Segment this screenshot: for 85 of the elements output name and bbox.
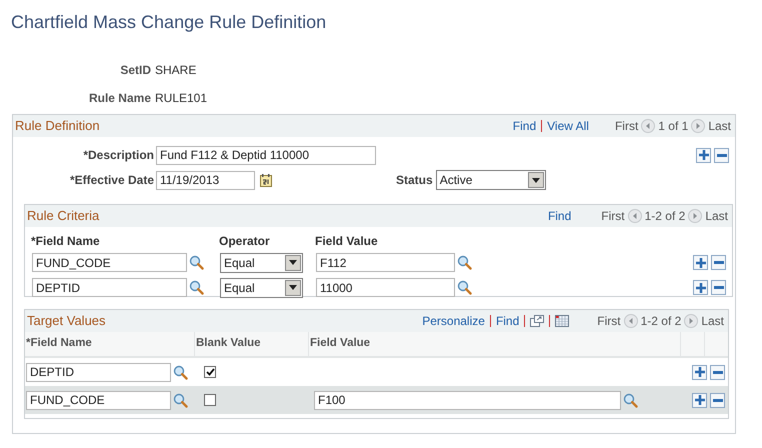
first-label: First — [601, 208, 625, 225]
group-box-title: Rule Criteria — [27, 207, 100, 226]
field-name-input[interactable]: DEPTID — [26, 362, 171, 382]
calendar-icon[interactable] — [260, 174, 272, 186]
grid-link[interactable]: Find — [512, 117, 536, 135]
add-row-button[interactable] — [693, 280, 708, 295]
operator-select[interactable]: Equal — [220, 252, 303, 272]
checkbox[interactable] — [204, 394, 216, 406]
delete-row-button[interactable] — [710, 364, 725, 380]
minus-icon — [712, 398, 722, 402]
check-icon — [206, 368, 214, 376]
group-box-title: Target Values — [27, 312, 106, 330]
search-icon[interactable] — [457, 280, 472, 295]
previous-icon[interactable] — [624, 314, 638, 328]
search-icon[interactable] — [173, 364, 188, 380]
dropdown-caret-icon — [532, 178, 540, 182]
add-row-button[interactable] — [692, 364, 707, 380]
field-value-input[interactable]: 11000 — [316, 278, 455, 297]
field-name-input[interactable]: FUND_CODE — [32, 253, 187, 272]
last-label: Last — [708, 118, 731, 135]
column-header: Field Value — [309, 332, 681, 356]
grid-link[interactable]: Find — [548, 207, 572, 225]
last-label: Last — [701, 313, 724, 330]
field-value: SHARE — [155, 62, 196, 79]
row-count: 1-2 of 2 — [640, 313, 682, 330]
next-icon[interactable] — [691, 119, 706, 133]
search-icon[interactable] — [623, 392, 638, 408]
column-header: *Field Name — [25, 332, 195, 356]
plus-icon — [694, 367, 704, 377]
column-header: Operator — [219, 233, 271, 250]
delete-row-button[interactable] — [711, 280, 726, 295]
field-value-input[interactable]: F100 — [314, 390, 621, 410]
group-box-title: Rule Definition — [15, 117, 100, 136]
operator-select[interactable]: Equal — [220, 278, 303, 298]
grid-link[interactable]: Find — [496, 312, 520, 330]
column-header: Field Value — [315, 233, 379, 250]
spreadsheet-icon[interactable] — [555, 315, 570, 327]
field-label: Status — [396, 172, 434, 189]
add-row-button[interactable] — [696, 148, 711, 162]
search-icon[interactable] — [189, 280, 204, 295]
last-label: Last — [705, 208, 728, 225]
previous-icon[interactable] — [628, 209, 642, 223]
add-row-button[interactable] — [692, 392, 707, 408]
checkbox[interactable] — [204, 366, 216, 378]
field-label: Rule Name — [88, 90, 152, 107]
search-icon[interactable] — [189, 255, 204, 270]
add-row-button[interactable] — [693, 255, 708, 270]
field-value-input[interactable]: F112 — [316, 253, 455, 272]
next-icon[interactable] — [684, 314, 698, 328]
field-value: RULE101 — [155, 90, 208, 107]
previous-icon[interactable] — [641, 119, 656, 133]
field-label: SetID — [119, 62, 152, 79]
first-label: First — [597, 313, 621, 330]
minus-icon — [712, 370, 722, 374]
field-name-input[interactable]: DEPTID — [32, 278, 187, 297]
plus-icon — [694, 395, 704, 405]
field-label: *Description — [82, 147, 155, 164]
delete-row-button[interactable] — [710, 392, 725, 408]
search-icon[interactable] — [457, 255, 472, 270]
description-field[interactable]: Fund F112 & Deptid 110000 — [156, 146, 376, 164]
minus-icon — [716, 154, 726, 156]
delete-row-button[interactable] — [711, 255, 726, 270]
new-window-icon[interactable] — [530, 315, 544, 327]
status-select[interactable]: Active — [436, 170, 546, 190]
first-label: First — [614, 118, 638, 135]
minus-icon — [714, 286, 724, 289]
page-title: Chartfield Mass Change Rule Definition — [11, 11, 326, 34]
row-count: 1-2 of 2 — [644, 208, 686, 225]
minus-icon — [714, 261, 724, 264]
field-name-input[interactable]: FUND_CODE — [26, 390, 171, 410]
dropdown-caret-icon — [289, 260, 297, 265]
date-field[interactable]: 11/19/2013 — [156, 170, 255, 190]
row-count: 1 of 1 — [658, 118, 688, 135]
plus-icon — [696, 282, 706, 292]
column-header: *Field Name — [31, 233, 101, 250]
next-icon[interactable] — [688, 209, 702, 223]
plus-icon — [698, 150, 708, 160]
dropdown-caret-icon — [289, 285, 297, 290]
column-header: Blank Value — [195, 332, 309, 356]
field-label: *Effective Date — [68, 172, 155, 189]
grid-link[interactable]: View All — [547, 117, 589, 135]
grid-link[interactable]: Personalize — [422, 312, 485, 330]
search-icon[interactable] — [173, 392, 188, 408]
delete-row-button[interactable] — [714, 148, 729, 162]
plus-icon — [696, 258, 706, 268]
